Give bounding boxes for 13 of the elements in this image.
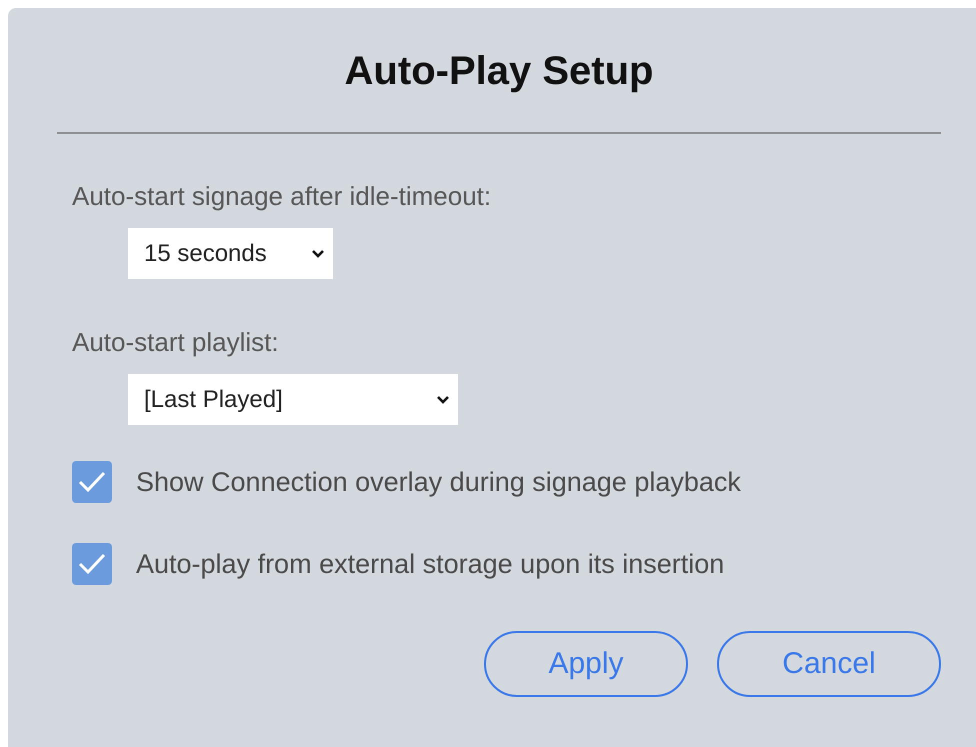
- field-label: Auto-start playlist:: [72, 327, 279, 357]
- check-icon: [77, 469, 107, 495]
- checkbox[interactable]: [72, 461, 112, 503]
- check-icon: [77, 551, 107, 577]
- dropdown[interactable]: [Last Played]: [128, 374, 458, 425]
- checkbox-label: Auto-play from external storage upon its insertion: [136, 548, 724, 580]
- dialog-title: Auto-Play Setup: [344, 48, 654, 94]
- dropdown[interactable]: 15 seconds: [128, 228, 333, 279]
- chevron-down-icon: [311, 248, 325, 258]
- field-label: Auto-start signage after idle-timeout:: [72, 181, 492, 211]
- checkbox[interactable]: [72, 543, 112, 585]
- checkbox-label: Show Connection overlay during signage playback: [136, 466, 741, 498]
- chevron-down-icon: [436, 394, 450, 404]
